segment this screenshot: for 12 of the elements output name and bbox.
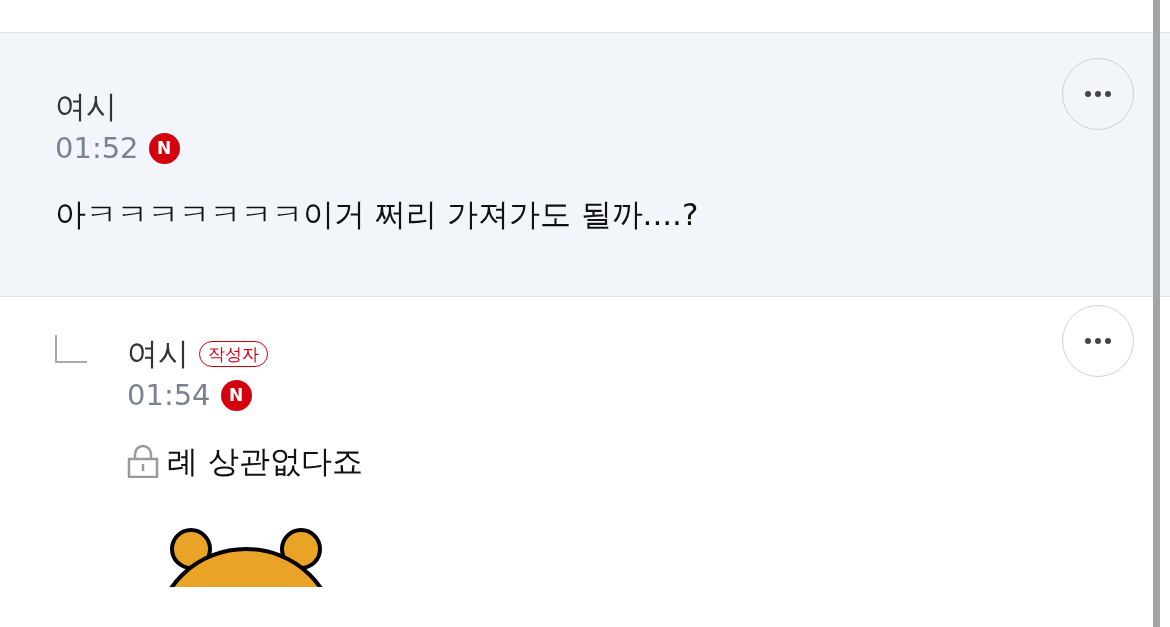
- comment-time: 01:54: [127, 378, 211, 413]
- new-badge: N: [220, 380, 252, 412]
- author-name[interactable]: 여시: [55, 88, 117, 126]
- ellipsis-icon: [1085, 338, 1111, 344]
- scrollbar[interactable]: [1153, 0, 1160, 627]
- comment-text: 아ㅋㅋㅋㅋㅋㅋㅋ이거 쩌리 가져가도 될까....?: [55, 195, 699, 234]
- new-badge: N: [148, 133, 180, 165]
- ellipsis-icon: [1085, 91, 1111, 97]
- reply-corner-icon: [55, 335, 87, 363]
- author-name[interactable]: 여시: [127, 335, 189, 373]
- comment-time: 01:52: [55, 131, 139, 166]
- comment-text: 례 상관없다죠: [167, 442, 363, 481]
